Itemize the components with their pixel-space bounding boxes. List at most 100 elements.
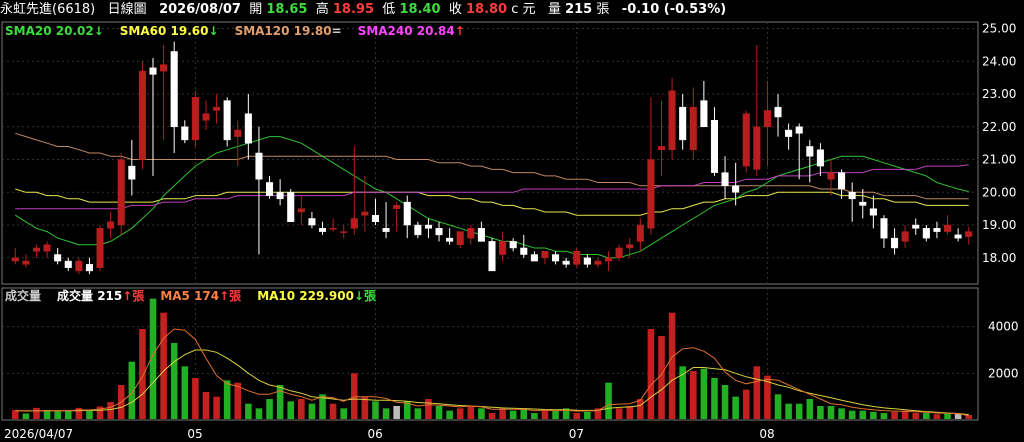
volume-bar <box>340 408 347 419</box>
candle-body <box>43 244 51 252</box>
volume-bar <box>584 411 591 419</box>
volume-bar <box>488 413 496 419</box>
candle-body <box>838 172 846 190</box>
candle-body <box>785 129 793 137</box>
candle-body <box>869 208 877 216</box>
volume-bar <box>213 396 220 419</box>
volume-bar <box>192 378 199 419</box>
candle-body <box>636 224 644 242</box>
volume-bar <box>605 382 612 419</box>
candle-body <box>96 228 104 268</box>
volume-bar <box>795 403 803 419</box>
candle-body <box>604 257 613 262</box>
price-tick-label: 18.00 <box>982 251 1016 265</box>
candle-body <box>626 244 634 249</box>
date-tick-label: 2026/04/07 <box>4 427 73 441</box>
volume-legend-current-label: 成交量 215 <box>57 288 122 303</box>
volume-bar <box>223 380 231 419</box>
candle-body <box>403 201 411 226</box>
volume-bar <box>668 312 676 419</box>
candle-body <box>318 228 327 232</box>
price-tick-label: 19.00 <box>982 218 1016 232</box>
volume-bar <box>86 409 93 419</box>
candle-body <box>583 257 591 265</box>
candle-body <box>827 172 835 180</box>
volume-bar <box>298 399 305 419</box>
volume-bar <box>414 408 422 419</box>
candle-body <box>679 106 687 141</box>
candle-body <box>350 218 358 229</box>
candle-body <box>138 70 146 160</box>
candle-body <box>488 241 496 272</box>
volume-bar <box>647 329 655 419</box>
candle-body <box>11 257 19 262</box>
volume-bar <box>880 413 888 419</box>
volume-bar <box>255 408 263 419</box>
candle-body <box>170 51 178 128</box>
candle-body <box>859 201 867 206</box>
volume-bar <box>700 368 708 419</box>
candle-body <box>689 106 697 150</box>
sma240-legend-arrow: ↑ <box>455 24 465 38</box>
volume-bar <box>944 413 951 419</box>
candle-body <box>806 146 814 157</box>
candle-body <box>393 205 401 209</box>
candle-body <box>530 254 538 262</box>
volume-legend-current-arrow: ↑張 <box>122 289 145 303</box>
candle-body <box>244 113 252 144</box>
candle-body <box>615 247 623 259</box>
candle-body <box>647 159 655 229</box>
candle-body <box>107 221 115 229</box>
volume-ma10-legend-label: MA10 229.900 <box>257 289 354 303</box>
volume-bar <box>531 413 538 419</box>
volume-bar <box>817 406 824 419</box>
candle-body <box>191 97 199 141</box>
candle-body <box>710 120 718 173</box>
sma20-legend-arrow: ↓ <box>94 24 104 38</box>
volume-bar <box>43 409 51 419</box>
volume-bar <box>160 312 167 419</box>
candle-body <box>382 228 390 232</box>
candle-body <box>223 100 231 141</box>
candle-body <box>160 64 168 72</box>
volume-legend-title: 成交量 <box>5 288 41 303</box>
candle-body <box>181 126 189 141</box>
candle-body <box>297 208 305 213</box>
volume-bar <box>170 343 178 419</box>
volume-tick-label: 2000 <box>988 366 1019 380</box>
candle-body <box>477 228 485 242</box>
volume-bar <box>234 382 242 419</box>
candle-body <box>943 224 952 232</box>
candle-body <box>901 231 909 242</box>
volume-bar <box>573 413 581 419</box>
volume-bar <box>541 410 549 419</box>
volume-bar <box>912 413 920 419</box>
volume-bar <box>711 378 718 419</box>
volume-bar <box>54 411 61 419</box>
candle-body <box>774 106 782 118</box>
volume-bar <box>22 413 30 419</box>
volume-bar <box>499 408 506 419</box>
candle-body <box>499 241 507 255</box>
date-tick-label: 06 <box>367 427 382 441</box>
volume-bar <box>774 394 782 419</box>
candle-body <box>816 149 824 167</box>
sma60-legend: SMA60 19.60↓ <box>120 24 219 38</box>
candle-body <box>149 67 157 75</box>
volume-bar <box>637 399 644 419</box>
volume-bar <box>753 366 761 419</box>
volume-tick-label: 4000 <box>988 320 1019 334</box>
candle-body <box>255 152 263 180</box>
candle-body <box>912 224 920 229</box>
candle-body <box>202 113 210 121</box>
volume-bar <box>742 389 750 419</box>
price-tick-label: 24.00 <box>982 54 1016 68</box>
volume-bar <box>859 410 867 419</box>
volume-ma10-legend-arrow: ↓張 <box>354 289 377 303</box>
volume-ma10-line <box>15 349 969 416</box>
candle-body <box>763 110 771 128</box>
candle-body <box>700 100 708 128</box>
volume-bar <box>785 403 792 419</box>
volume-bar <box>891 411 898 419</box>
volume-bar <box>870 411 877 419</box>
